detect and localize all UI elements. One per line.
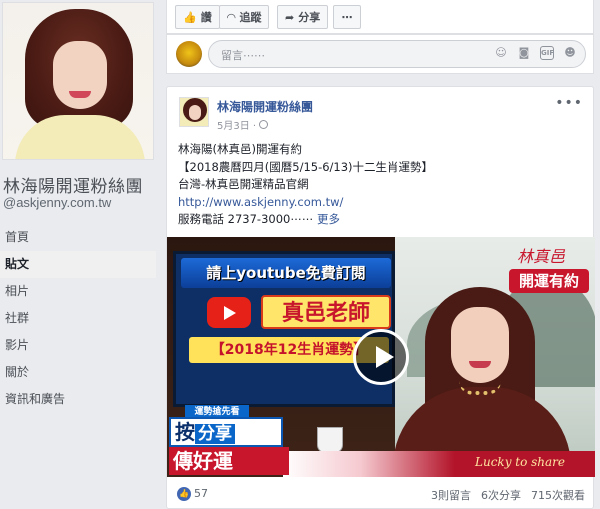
post-card: 林海陽開運粉絲團 5月3日 · ••• 林海陽(林真邑)開運有約 【2018農曆…	[166, 86, 595, 509]
comment-count[interactable]: 3則留言	[431, 487, 471, 503]
comment-tools: ☺ ◙ GIF ☻	[494, 46, 577, 60]
comment-placeholder: 留言⋯⋯	[221, 49, 265, 62]
nav-item-posts[interactable]: 貼文	[0, 251, 156, 278]
gif-icon[interactable]: GIF	[540, 46, 554, 60]
post-link[interactable]: http://www.askjenny.com.tw/	[178, 194, 588, 212]
brand-signature: 林真邑	[517, 247, 566, 266]
thumbs-up-icon: 👍	[183, 10, 197, 24]
host-lips	[469, 361, 491, 368]
post-phone-line: 服務電話 2737-3000⋯⋯ 更多	[178, 211, 588, 229]
nav-item-photos[interactable]: 相片	[0, 278, 156, 305]
profile-lips	[69, 91, 91, 98]
post-author-name[interactable]: 林海陽開運粉絲團	[217, 98, 313, 115]
share-button[interactable]: ➦ 分享	[277, 5, 329, 29]
globe-icon	[259, 120, 269, 129]
like-button[interactable]: 👍 讚	[175, 5, 220, 29]
banner-good-luck: 傳好運	[169, 447, 289, 475]
like-button-label: 讚	[200, 11, 212, 24]
user-avatar	[176, 41, 202, 67]
comment-input[interactable]: 留言⋯⋯ ☺ ◙ GIF ☻	[208, 40, 586, 68]
post-stats: 3則留言 6次分享 715次觀看	[431, 487, 585, 503]
nav-item-home[interactable]: 首頁	[0, 224, 156, 251]
follow-button[interactable]: ◠ 追蹤	[219, 5, 270, 29]
share-arrow-icon: ➦	[285, 10, 295, 24]
nav-item-community[interactable]: 社群	[0, 305, 156, 332]
share-button-label: 分享	[298, 11, 321, 24]
page-name[interactable]: 林海陽開運粉絲團	[3, 172, 143, 197]
nav-item-info-ads[interactable]: 資訊和廣告	[0, 386, 156, 413]
post-text-line: 台灣-林真邑開運精品官網	[178, 177, 309, 191]
video-teacher-label: 真邑老師	[261, 295, 391, 329]
post-options-icon[interactable]: •••	[555, 95, 583, 111]
view-count: 715次觀看	[531, 489, 585, 502]
post-footer: 👍 57 3則留言 6次分享 715次觀看	[167, 481, 595, 509]
lucky-caption: Lucky to share	[475, 455, 566, 469]
post-author-avatar[interactable]	[179, 97, 209, 127]
follow-button-label: 追蹤	[239, 11, 262, 24]
nav-item-videos[interactable]: 影片	[0, 332, 156, 359]
see-more-link[interactable]: 更多	[317, 212, 340, 226]
brand-label: 開運有約	[509, 269, 589, 293]
host-face	[451, 307, 509, 383]
like-reaction-icon[interactable]: 👍	[177, 487, 191, 501]
post-action-bar: 👍 讚 ◠ 追蹤 ➦ 分享 ⋯	[166, 0, 594, 34]
emoji-icon[interactable]: ☺	[494, 46, 508, 60]
banner-share-b: 分享	[195, 424, 235, 444]
youtube-logo-icon	[207, 297, 251, 328]
profile-picture[interactable]	[2, 2, 154, 160]
tea-cup	[317, 427, 343, 453]
post-phone: 服務電話 2737-3000⋯⋯	[178, 212, 317, 226]
post-timestamp[interactable]: 5月3日 ·	[217, 117, 269, 132]
page-nav: 首頁 貼文 相片 社群 影片 關於 資訊和廣告	[0, 224, 156, 413]
banner-share-a: 按	[175, 420, 195, 444]
rss-icon: ◠	[227, 10, 236, 24]
share-count[interactable]: 6次分享	[481, 487, 521, 503]
post-text: 林海陽(林真邑)開運有約 【2018農曆四月(國曆5/15-6/13)十二生肖運…	[178, 141, 588, 229]
more-button[interactable]: ⋯	[333, 5, 361, 29]
post-text-line: 林海陽(林真邑)開運有約	[178, 142, 302, 156]
post-text-line: 【2018農曆四月(國曆5/15-6/13)十二生肖運勢】	[178, 159, 434, 174]
play-icon[interactable]	[353, 329, 409, 385]
nav-item-about[interactable]: 關於	[0, 359, 156, 386]
banner-share: 按分享	[169, 417, 283, 447]
comment-box: 留言⋯⋯ ☺ ◙ GIF ☻	[166, 34, 594, 74]
page-handle[interactable]: @askjenny.com.tw	[3, 195, 111, 210]
video-brand: 林真邑 開運有約	[509, 243, 589, 303]
left-column: 林海陽開運粉絲團 @askjenny.com.tw 首頁 貼文 相片 社群 影片…	[0, 0, 156, 509]
camera-icon[interactable]: ◙	[517, 46, 531, 60]
post-date: 5月3日 ·	[217, 121, 257, 132]
sticker-icon[interactable]: ☻	[563, 46, 577, 60]
like-count[interactable]: 57	[194, 487, 208, 500]
profile-face	[53, 41, 107, 109]
more-dots-icon: ⋯	[341, 10, 353, 24]
avatar-face	[189, 105, 201, 120]
video-subscribe-title: 請上youtube免費訂閱	[181, 258, 391, 288]
video-thumbnail[interactable]: 請上youtube免費訂閱 真邑老師 【2018年12生肖運勢】 林真邑 開運有…	[167, 237, 595, 477]
